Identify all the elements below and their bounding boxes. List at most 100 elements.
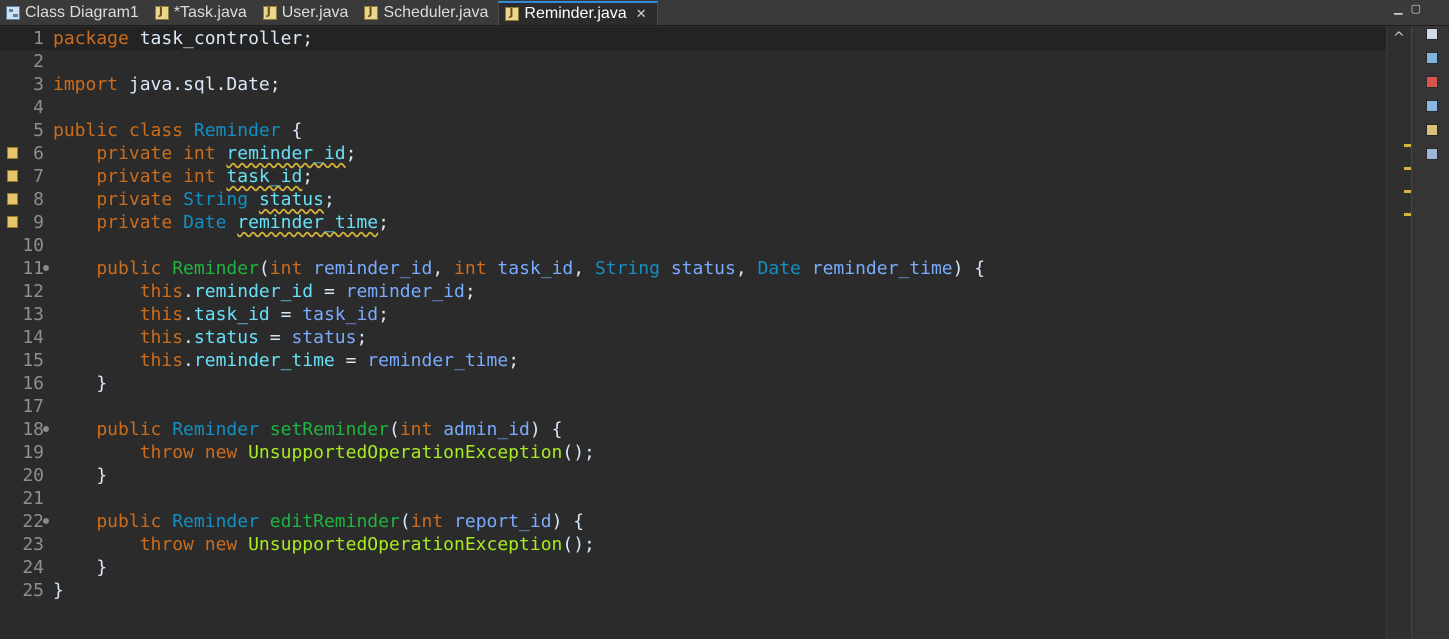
- tab-scheduler-java[interactable]: Scheduler.java: [358, 1, 498, 25]
- code-line[interactable]: 5 public class Reminder {: [0, 119, 1386, 142]
- close-tab-icon[interactable]: ✕: [636, 6, 647, 22]
- code-line[interactable]: 24 }: [0, 556, 1386, 579]
- code-token: }: [53, 465, 108, 486]
- console-icon[interactable]: [1426, 148, 1438, 160]
- code-token: public: [53, 258, 162, 279]
- code-token: new: [204, 442, 238, 463]
- code-line[interactable]: 1 package task_controller;: [0, 27, 1386, 50]
- line-number: 10: [22, 235, 44, 256]
- code-line[interactable]: 17: [0, 395, 1386, 418]
- code-token: =: [334, 350, 368, 371]
- code-line[interactable]: 10: [0, 234, 1386, 257]
- code-line[interactable]: 7 private int task_id;: [0, 165, 1386, 188]
- code-line[interactable]: 20 }: [0, 464, 1386, 487]
- code-token: public: [53, 120, 119, 141]
- code-line[interactable]: 2: [0, 50, 1386, 73]
- code-token: ) {: [551, 511, 585, 532]
- code-token: throw: [53, 534, 194, 555]
- code-line[interactable]: 15 this.reminder_time = reminder_time;: [0, 349, 1386, 372]
- declaration-icon[interactable]: [1426, 124, 1438, 136]
- code-line[interactable]: 11 public Reminder(int reminder_id, int …: [0, 257, 1386, 280]
- code-line[interactable]: 6 private int reminder_id;: [0, 142, 1386, 165]
- tab-task-java[interactable]: *Task.java: [149, 1, 257, 25]
- code-line[interactable]: 19 throw new UnsupportedOperationExcepti…: [0, 441, 1386, 464]
- line-number: 4: [33, 97, 44, 118]
- code-token: ,: [432, 258, 455, 279]
- code-editor[interactable]: 1 package task_controller; 2 3 import java.s…: [0, 26, 1386, 639]
- code-line[interactable]: 13 this.task_id = task_id;: [0, 303, 1386, 326]
- code-line[interactable]: 22 public Reminder editReminder(int repo…: [0, 510, 1386, 533]
- code-token: package: [53, 28, 129, 49]
- code-line[interactable]: 18 public Reminder setReminder(int admin…: [0, 418, 1386, 441]
- tab-label: User.java: [281, 4, 349, 21]
- code-token: import: [53, 74, 119, 95]
- code-token: int: [269, 258, 303, 279]
- code-line[interactable]: 12 this.reminder_id = reminder_id;: [0, 280, 1386, 303]
- minimize-icon[interactable]: ▁: [1394, 2, 1402, 15]
- code-token: private: [53, 143, 173, 164]
- code-line[interactable]: 9 private Date reminder_time;: [0, 211, 1386, 234]
- tab-reminder-java[interactable]: Reminder.java ✕: [498, 1, 658, 25]
- code-token: private: [53, 166, 173, 187]
- code-token: reminder_time: [237, 212, 379, 233]
- fold-toggle-icon[interactable]: [43, 426, 49, 432]
- outline-icon[interactable]: [1426, 28, 1438, 40]
- fold-toggle-icon[interactable]: [43, 265, 49, 271]
- warning-marker-icon[interactable]: [7, 193, 18, 205]
- code-line[interactable]: 8 private String status;: [0, 188, 1386, 211]
- tab-class-diagram1[interactable]: Class Diagram1: [0, 1, 149, 25]
- maximize-icon[interactable]: ▢: [1411, 2, 1421, 15]
- code-text: this.status = status;: [53, 326, 368, 349]
- code-line[interactable]: 4: [0, 96, 1386, 119]
- code-text: private int task_id;: [53, 165, 313, 188]
- code-line[interactable]: 14 this.status = status;: [0, 326, 1386, 349]
- line-number: 20: [22, 465, 44, 486]
- code-token: }: [53, 373, 108, 394]
- line-number: 6: [33, 143, 44, 164]
- warning-marker-icon[interactable]: [7, 216, 18, 228]
- line-number: 13: [22, 304, 44, 325]
- code-line[interactable]: 21: [0, 487, 1386, 510]
- code-line[interactable]: 23 throw new UnsupportedOperationExcepti…: [0, 533, 1386, 556]
- hierarchy-icon[interactable]: [1426, 52, 1438, 64]
- code-text: public Reminder editReminder(int report_…: [53, 510, 584, 533]
- debug-icon[interactable]: [1426, 76, 1438, 88]
- line-number: 17: [22, 396, 44, 417]
- fold-toggle-icon[interactable]: [43, 518, 49, 524]
- code-line[interactable]: 3 import java.sql.Date;: [0, 73, 1386, 96]
- line-number: 3: [33, 74, 44, 95]
- code-token: }: [53, 557, 108, 578]
- scroll-up-icon[interactable]: ^: [1393, 30, 1405, 46]
- tab-label: Scheduler.java: [383, 4, 489, 21]
- code-token: ;: [378, 304, 389, 325]
- overview-ruler[interactable]: ^: [1386, 26, 1412, 639]
- code-line[interactable]: 25}: [0, 579, 1386, 602]
- code-token: report_id: [454, 511, 552, 532]
- code-text: public class Reminder {: [53, 119, 302, 142]
- class-diagram-icon: [6, 6, 20, 20]
- code-token: throw: [53, 442, 194, 463]
- warning-marker-icon[interactable]: [7, 147, 18, 159]
- code-text: throw new UnsupportedOperationException(…: [53, 441, 595, 464]
- tab-user-java[interactable]: User.java: [257, 1, 359, 25]
- code-line[interactable]: 16 }: [0, 372, 1386, 395]
- tab-label: *Task.java: [173, 4, 247, 21]
- javadoc-icon[interactable]: [1426, 100, 1438, 112]
- code-token: .: [183, 281, 194, 302]
- java-file-icon: [154, 5, 169, 20]
- line-number: 7: [33, 166, 44, 187]
- code-token: reminder_id: [345, 281, 465, 302]
- code-token: ;: [464, 281, 476, 302]
- warning-marker-icon[interactable]: [7, 170, 18, 182]
- line-number: 18: [22, 419, 44, 440]
